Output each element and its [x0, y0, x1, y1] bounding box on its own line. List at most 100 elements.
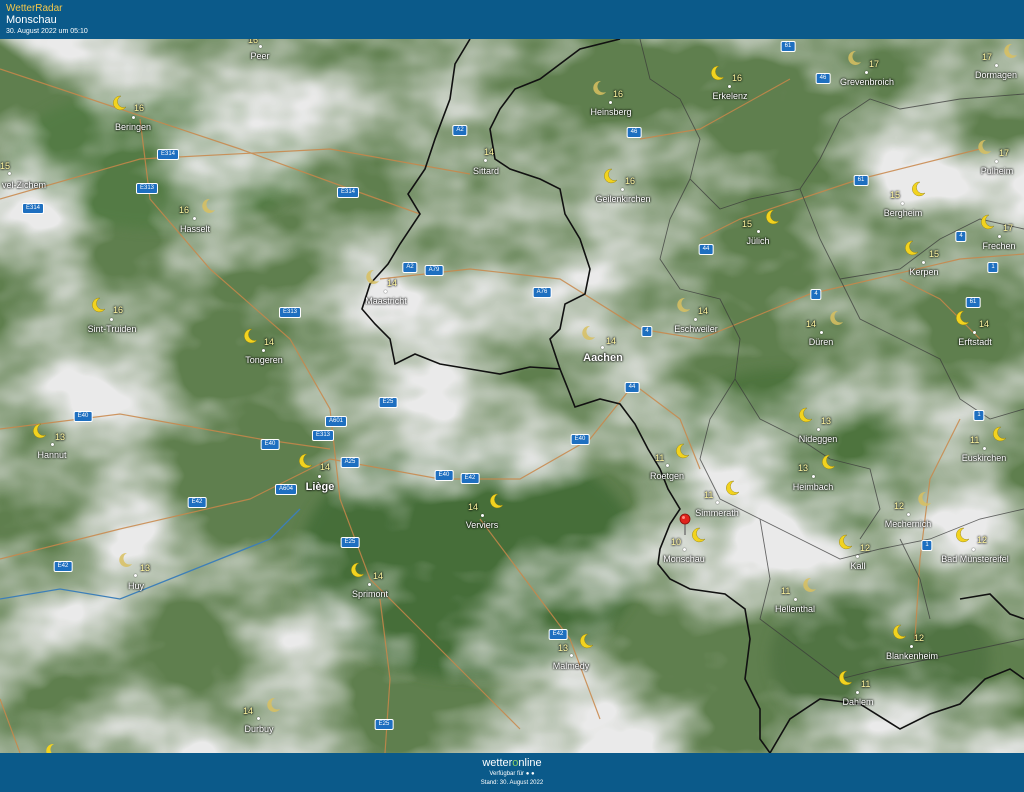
city-name: Erkelenz: [712, 91, 748, 101]
city-name: Peer: [250, 51, 270, 61]
city-name: Beringen: [114, 122, 152, 132]
city-name: Pulheim: [980, 166, 1014, 176]
road-shield: E313: [311, 430, 335, 441]
road-shield: A2: [402, 262, 418, 273]
moon-icon: [676, 443, 690, 459]
city-name: Hasselt: [179, 224, 211, 234]
moon-icon: [33, 423, 47, 439]
road-shield: E42: [548, 629, 568, 640]
road-shield: E313: [135, 183, 159, 194]
moon-icon: [711, 65, 725, 81]
city-name: Erftstadt: [958, 337, 992, 347]
city-temp: 16: [113, 305, 124, 315]
city-temp: 13: [558, 643, 569, 653]
road-shield: A604: [274, 484, 298, 495]
apple-icon: ●: [525, 771, 530, 777]
city-name: Blankenheim: [885, 651, 939, 661]
road-shield: A601: [324, 416, 348, 427]
city-name: Liège: [305, 481, 335, 493]
moon-icon: [677, 297, 690, 312]
city-name: Bergheim: [883, 208, 923, 218]
location-title: Monschau: [6, 14, 57, 26]
road-shield: 44: [624, 382, 640, 393]
city-name: Geilenkirchen: [595, 194, 651, 204]
road-shield: E40: [570, 434, 590, 445]
moon-icon: [202, 198, 215, 213]
city-name: Nideggen: [798, 434, 838, 444]
brand-part: wetter: [482, 757, 513, 769]
road-shield: E314: [336, 187, 360, 198]
road-shield: 46: [626, 127, 642, 138]
city-temp: 13: [55, 432, 66, 442]
moon-icon: [299, 453, 313, 469]
city-name: Eschweiler: [674, 324, 718, 334]
road-shield: 4: [641, 326, 653, 337]
moon-icon: [893, 624, 907, 640]
road-shield: E40: [260, 439, 280, 450]
road-shield: E314: [156, 149, 180, 160]
city-name: Monschau: [663, 554, 705, 564]
city-temp: 13: [798, 463, 809, 473]
moon-icon: [580, 633, 594, 649]
city-name: Heinsberg: [590, 107, 632, 117]
road-shield: 1: [921, 540, 933, 551]
city-temp: 14: [806, 319, 817, 329]
road-shield: A25: [340, 457, 360, 468]
city-temp: 15: [929, 249, 940, 259]
city-name: Hannut: [37, 450, 67, 460]
road-shield: E42: [460, 473, 480, 484]
road-shield: 1: [987, 262, 999, 273]
city-temp: 14: [698, 306, 709, 316]
availability-line: Verfügbar für ● ●: [0, 771, 1024, 777]
road-shield: E42: [187, 497, 207, 508]
app-name: WetterRadar: [6, 3, 63, 14]
city-temp: 15: [0, 161, 11, 171]
city-temp: 13: [140, 563, 151, 573]
city-name: Dormagen: [974, 70, 1018, 80]
moon-icon: [918, 491, 931, 506]
city-temp: 12: [977, 535, 988, 545]
moon-icon: [981, 214, 995, 230]
availability-text: Verfügbar für: [489, 771, 525, 777]
moon-icon: [848, 50, 861, 65]
radar-map[interactable]: Peer 16 16 Beringen 15 vel-Zichem 16 Has…: [0, 39, 1024, 753]
data-stand: Stand: 30. August 2022: [480, 780, 544, 786]
city-temp: 11: [655, 453, 665, 463]
moon-icon: [244, 328, 258, 344]
moon-icon: [119, 552, 132, 567]
moon-icon: [839, 670, 853, 686]
city-temp: 14: [979, 319, 990, 329]
moon-icon: [726, 480, 740, 496]
city-temp: 12: [914, 633, 925, 643]
moon-icon: [1004, 43, 1017, 58]
moon-icon: [993, 426, 1007, 442]
brand-logo[interactable]: wetteronline: [0, 757, 1024, 769]
city-name: Kerpen: [909, 267, 939, 277]
city-name: Jülich: [746, 236, 770, 246]
moon-icon: [822, 454, 836, 470]
road-shield: 4: [810, 289, 822, 300]
road-shield: A2: [452, 125, 468, 136]
location-pin-icon[interactable]: [679, 513, 691, 535]
road-shield: E313: [278, 307, 302, 318]
road-shield: 61: [780, 41, 796, 52]
road-shield: A79: [424, 265, 444, 276]
road-shield: E25: [340, 537, 360, 548]
city-temp: 14: [264, 337, 275, 347]
city-temp: 16: [613, 89, 624, 99]
road-shield: 61: [965, 297, 981, 308]
moon-icon: [113, 95, 127, 111]
city-name: Heimbach: [792, 482, 834, 492]
road-shield: 61: [853, 175, 869, 186]
city-name: Huy: [127, 581, 145, 591]
city-temp: 14: [468, 502, 479, 512]
road-shield: E42: [53, 561, 73, 572]
moon-icon: [582, 325, 595, 340]
moon-icon: [839, 534, 853, 550]
road-shield: E314: [21, 203, 45, 214]
city-temp: 11: [861, 679, 871, 689]
city-name: Kall: [850, 561, 866, 571]
moon-icon: [799, 407, 813, 423]
city-name: Simmerath: [695, 508, 739, 518]
city-name: Verviers: [465, 520, 499, 530]
